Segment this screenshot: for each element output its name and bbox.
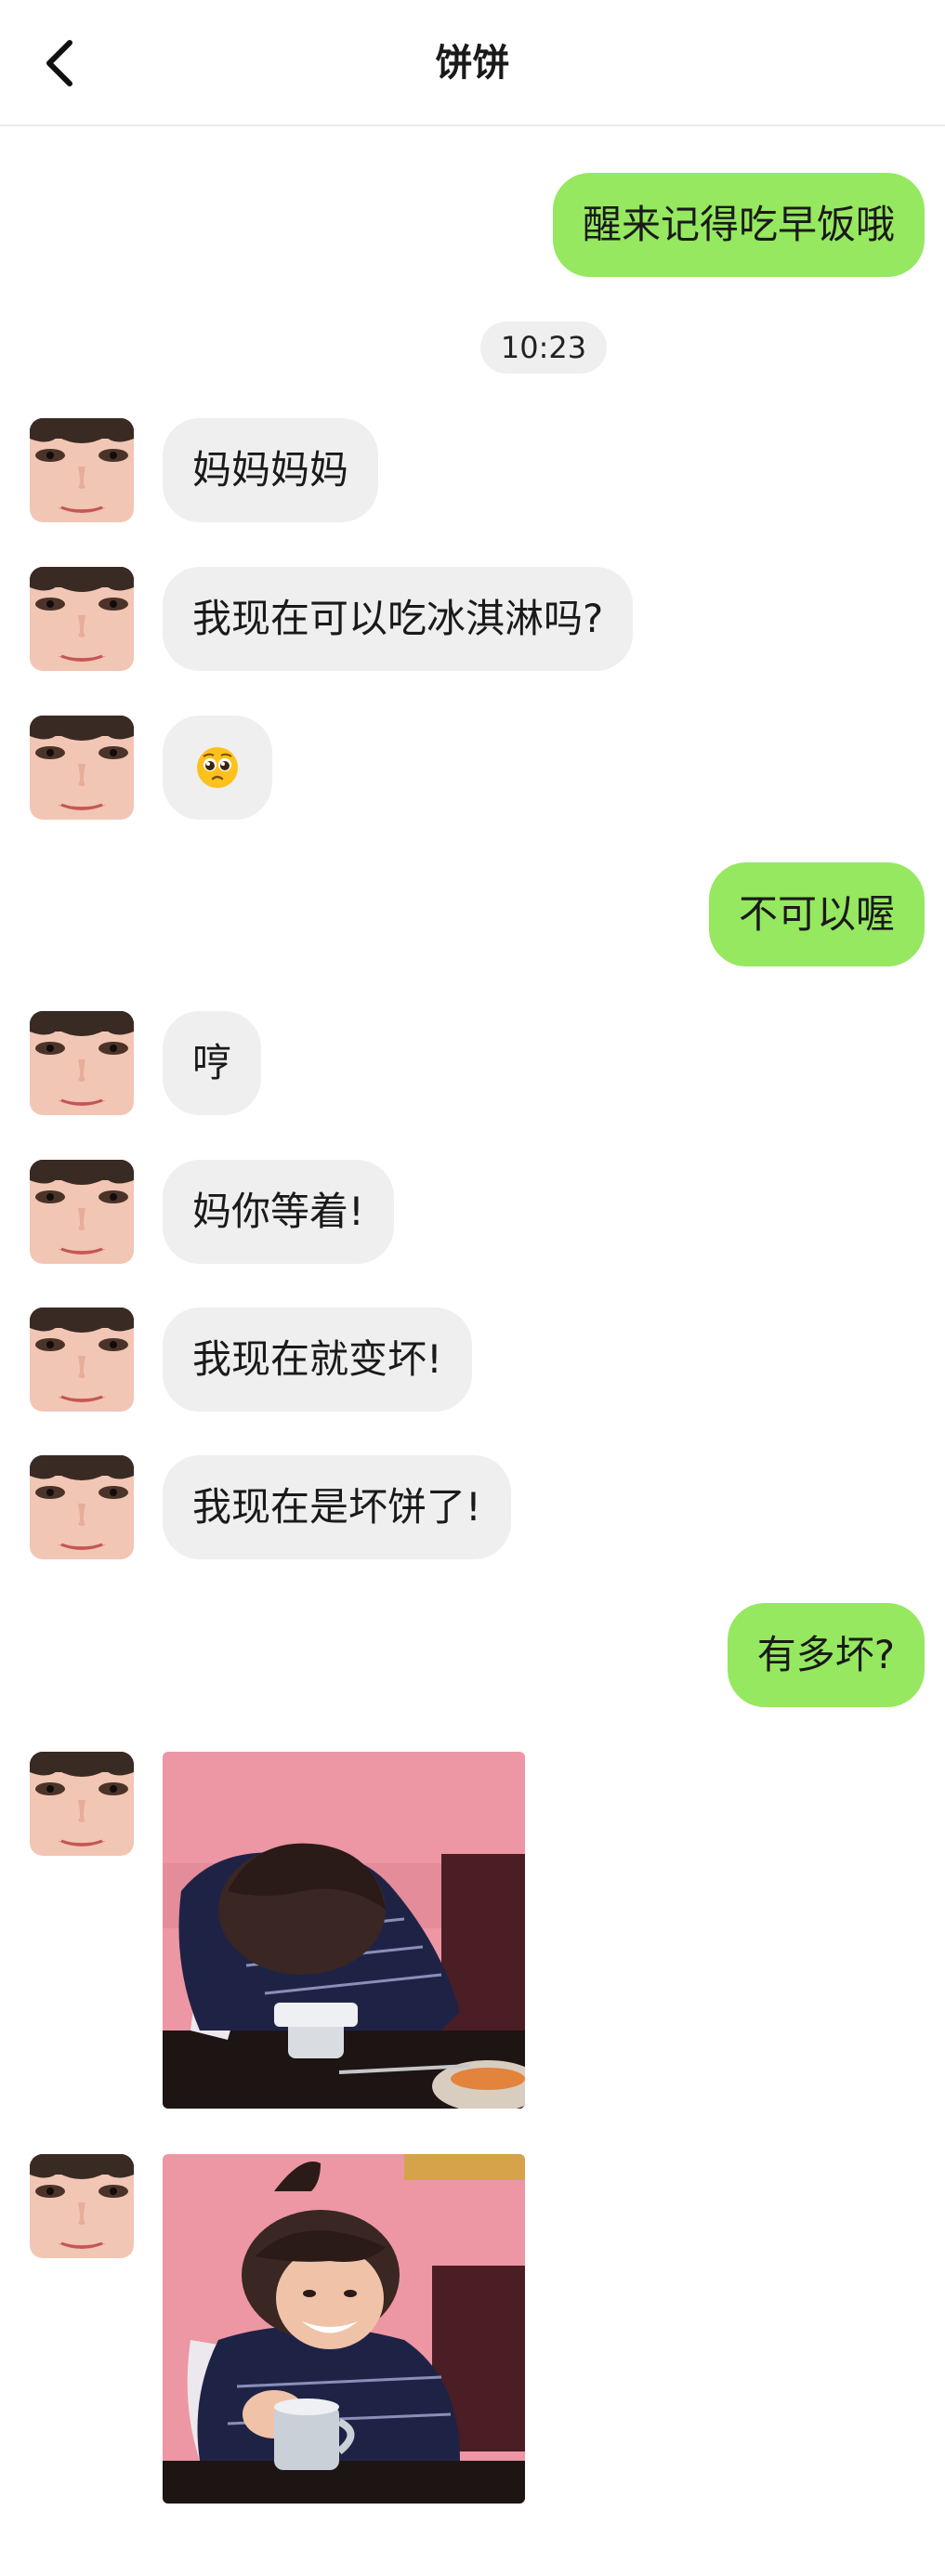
- incoming-bubble[interactable]: 哼: [163, 1011, 262, 1115]
- outgoing-bubble[interactable]: 醒来记得吃早饭哦: [552, 173, 925, 277]
- incoming-bubble[interactable]: 我现在是坏饼了!: [163, 1455, 511, 1559]
- photo-message[interactable]: [163, 2154, 525, 2504]
- incoming-bubble[interactable]: 我现在就变坏!: [163, 1308, 472, 1412]
- outgoing-bubble[interactable]: 不可以喔: [708, 862, 925, 966]
- photo-message[interactable]: [163, 1752, 525, 2109]
- avatar[interactable]: [30, 1011, 134, 1115]
- avatar[interactable]: [30, 1752, 134, 1856]
- avatar[interactable]: [30, 2154, 134, 2258]
- photo-boy-smiling-with-mug: [163, 2154, 525, 2504]
- incoming-bubble[interactable]: 妈你等着!: [163, 1160, 394, 1264]
- pleading-face-emoji: [197, 747, 238, 788]
- outgoing-bubble[interactable]: 有多坏?: [727, 1603, 925, 1707]
- incoming-bubble[interactable]: [163, 716, 272, 820]
- nav-bar: 饼饼: [0, 0, 945, 126]
- timestamp: 10:23: [480, 322, 607, 374]
- incoming-bubble[interactable]: 妈妈妈妈: [163, 418, 379, 522]
- avatar[interactable]: [30, 1160, 134, 1264]
- photo-boy-face-down-on-table: [163, 1752, 525, 2109]
- chat-title: 饼饼: [435, 42, 510, 85]
- avatar[interactable]: [30, 567, 134, 671]
- avatar[interactable]: [30, 1308, 134, 1412]
- incoming-bubble[interactable]: 我现在可以吃冰淇淋吗?: [163, 567, 634, 671]
- avatar[interactable]: [30, 418, 134, 522]
- avatar[interactable]: [30, 716, 134, 820]
- avatar[interactable]: [30, 1455, 134, 1559]
